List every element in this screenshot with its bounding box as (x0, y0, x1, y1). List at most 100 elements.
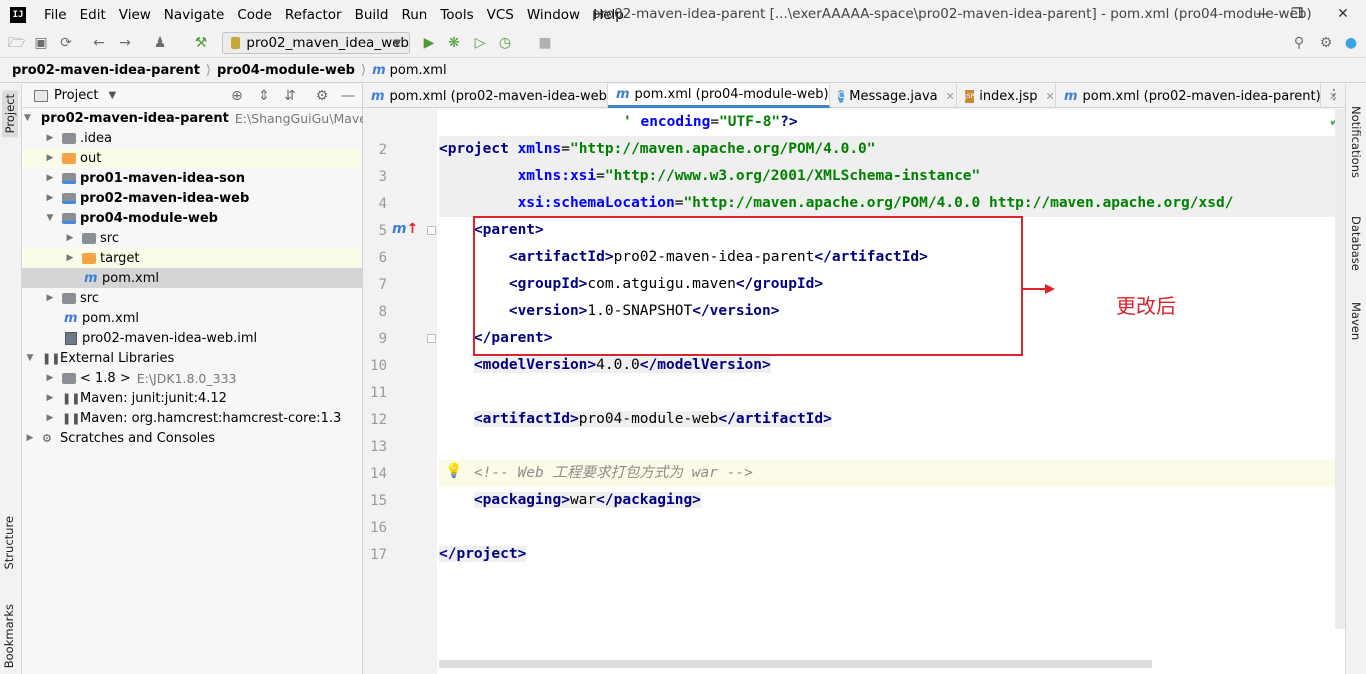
chevron-right-icon[interactable]: ▶ (64, 253, 76, 263)
project-panel-title[interactable]: Project (54, 88, 98, 103)
profile-icon[interactable]: ◷ (497, 35, 513, 51)
tree-item-module-son[interactable]: ▶ pro01-maven-idea-son (22, 168, 362, 188)
tree-item-external-libraries[interactable]: ▼ ❚❚ External Libraries (22, 348, 362, 368)
editor-horizontal-scrollbar[interactable] (439, 660, 1152, 668)
tree-item-hamcrest[interactable]: ▶ ❚❚ Maven: org.hamcrest:hamcrest-core:1… (22, 408, 362, 428)
menu-view[interactable]: View (119, 7, 151, 23)
tree-item-pom-root[interactable]: m pom.xml (22, 308, 362, 328)
line-number: 9 (378, 331, 387, 347)
intellij-logo-icon: IJ (10, 6, 26, 23)
forward-arrow-icon[interactable]: → (117, 35, 133, 51)
gear-icon[interactable]: ⚙ (314, 88, 330, 104)
restore-icon[interactable]: ❐ (1282, 3, 1312, 25)
lightbulb-icon[interactable]: 💡 (445, 463, 462, 479)
tree-item-label: src (80, 290, 99, 306)
chevron-right-icon[interactable]: ▶ (24, 433, 36, 443)
open-folder-icon[interactable]: 🗁 (8, 35, 25, 51)
chevron-down-icon[interactable]: ▼ (24, 353, 36, 363)
build-hammer-icon[interactable]: ⚒ (193, 35, 209, 51)
menu-edit[interactable]: Edit (80, 7, 106, 23)
minimize-icon[interactable]: — (1248, 3, 1278, 25)
menu-refactor[interactable]: Refactor (285, 7, 342, 23)
chevron-down-icon[interactable]: ▼ (108, 90, 116, 101)
tree-item-src[interactable]: ▶ src (22, 228, 362, 248)
sync-icon[interactable]: ⟳ (58, 35, 74, 51)
folder-icon (62, 292, 76, 304)
gear-icon[interactable]: ⚙ (1318, 35, 1334, 51)
tree-item-jdk[interactable]: ▶ < 1.8 > E:\JDK1.8.0_333 (22, 368, 362, 388)
tab-pom-parent[interactable]: m pom.xml (pro02-maven-idea-parent) ✕ (1056, 84, 1338, 108)
tree-item-pom-selected[interactable]: m pom.xml (22, 268, 362, 288)
tab-database[interactable]: Database (1349, 216, 1363, 271)
menu-window[interactable]: Window (527, 7, 580, 23)
tab-index-jsp[interactable]: JSP index.jsp ✕ (957, 84, 1056, 108)
user-icon[interactable]: ♟ (152, 35, 168, 51)
expand-all-icon[interactable]: ⇕ (256, 88, 272, 104)
tab-pom-web[interactable]: m pom.xml (pro02-maven-idea-web) ✕ (363, 84, 629, 108)
close-icon[interactable]: ✕ (1046, 90, 1055, 103)
annotation-label: 更改后 (1116, 294, 1176, 318)
back-arrow-icon[interactable]: ← (91, 35, 107, 51)
menu-file[interactable]: File (44, 7, 67, 23)
chevron-right-icon[interactable]: ▶ (44, 293, 56, 303)
tree-item-root[interactable]: ▼ pro02-maven-idea-parent E:\ShangGuiGu\… (22, 108, 656, 128)
chevron-right-icon[interactable]: ▶ (44, 133, 56, 143)
coverage-icon[interactable]: ▷ (472, 35, 488, 51)
tree-item-module-pro04[interactable]: ▼ pro04-module-web (22, 208, 362, 228)
chevron-down-icon[interactable]: ▼ (24, 113, 31, 123)
stop-icon[interactable]: ■ (537, 35, 553, 51)
chevron-down-icon[interactable]: ▼ (44, 213, 56, 223)
editor-vertical-scrollbar[interactable] (1335, 109, 1345, 629)
tree-item-junit[interactable]: ▶ ❚❚ Maven: junit:junit:4.12 (22, 388, 362, 408)
chevron-right-icon[interactable]: ▶ (44, 173, 56, 183)
fold-marker-icon[interactable] (427, 226, 436, 235)
debug-icon[interactable]: ❋ (446, 35, 462, 51)
tree-item-iml[interactable]: pro02-maven-idea-web.iml (22, 328, 362, 348)
tab-notifications[interactable]: Notifications (1349, 106, 1363, 178)
chevron-right-icon[interactable]: ▶ (44, 193, 56, 203)
maven-file-icon: m (371, 88, 385, 104)
code-line-15: <packaging>war</packaging> (473, 492, 701, 508)
run-configuration-select[interactable]: pro02_maven_idea_web ▼ (222, 32, 410, 54)
tab-project[interactable]: Project (2, 90, 18, 138)
tab-label: index.jsp (979, 88, 1038, 104)
chevron-right-icon[interactable]: ▶ (44, 373, 56, 383)
menu-vcs[interactable]: VCS (487, 7, 514, 23)
run-icon[interactable]: ▶ (421, 35, 437, 51)
tree-item-src-root[interactable]: ▶ src (22, 288, 362, 308)
tab-structure[interactable]: Structure (2, 516, 16, 570)
close-icon[interactable]: ✕ (946, 90, 955, 103)
collapse-all-icon[interactable]: ⇵ (282, 88, 298, 104)
menu-navigate[interactable]: Navigate (164, 7, 225, 23)
chevron-right-icon[interactable]: ▶ (44, 393, 56, 403)
close-icon[interactable]: ✕ (1328, 3, 1358, 25)
chevron-right-icon[interactable]: ▶ (64, 233, 76, 243)
chevron-right-icon[interactable]: ▶ (44, 413, 56, 423)
locate-target-icon[interactable]: ⊕ (229, 88, 245, 104)
tree-item-module-web[interactable]: ▶ pro02-maven-idea-web (22, 188, 362, 208)
breadcrumb-item-module[interactable]: pro04-module-web (217, 63, 355, 78)
tree-item-idea[interactable]: ▶ .idea (22, 128, 362, 148)
hide-panel-icon[interactable]: — (340, 88, 356, 104)
menu-build[interactable]: Build (355, 7, 389, 23)
chevron-right-icon[interactable]: ▶ (44, 153, 56, 163)
breadcrumb-item-parent[interactable]: pro02-maven-idea-parent (12, 63, 200, 78)
save-icon[interactable]: ▣ (33, 35, 49, 51)
fold-marker-icon[interactable] (427, 334, 436, 343)
tree-item-scratches[interactable]: ▶ ⚙ Scratches and Consoles (22, 428, 362, 448)
maven-parent-marker-icon[interactable]: m↑ (392, 221, 418, 237)
tab-maven[interactable]: Maven (1349, 302, 1363, 340)
menu-code[interactable]: Code (237, 7, 272, 23)
breadcrumb-item-file[interactable]: pom.xml (390, 63, 447, 78)
menu-run[interactable]: Run (401, 7, 427, 23)
tab-pom-pro04[interactable]: m pom.xml (pro04-module-web) ✕ (608, 84, 846, 108)
tree-item-out[interactable]: ▶ out (22, 148, 362, 168)
code-editor[interactable]: 2 3 4 5 6 7 8 9 10 11 12 13 14 15 16 17 … (363, 109, 1345, 674)
jetbrains-toolbox-icon[interactable]: ● (1343, 35, 1359, 51)
search-icon[interactable]: ⚲ (1291, 35, 1307, 51)
menu-tools[interactable]: Tools (440, 7, 473, 23)
tab-bookmarks[interactable]: Bookmarks (2, 604, 16, 668)
more-tabs-icon[interactable]: ⋮ (1327, 87, 1341, 103)
tab-message-java[interactable]: C Message.java ✕ (830, 84, 957, 108)
tree-item-target[interactable]: ▶ target (22, 248, 362, 268)
